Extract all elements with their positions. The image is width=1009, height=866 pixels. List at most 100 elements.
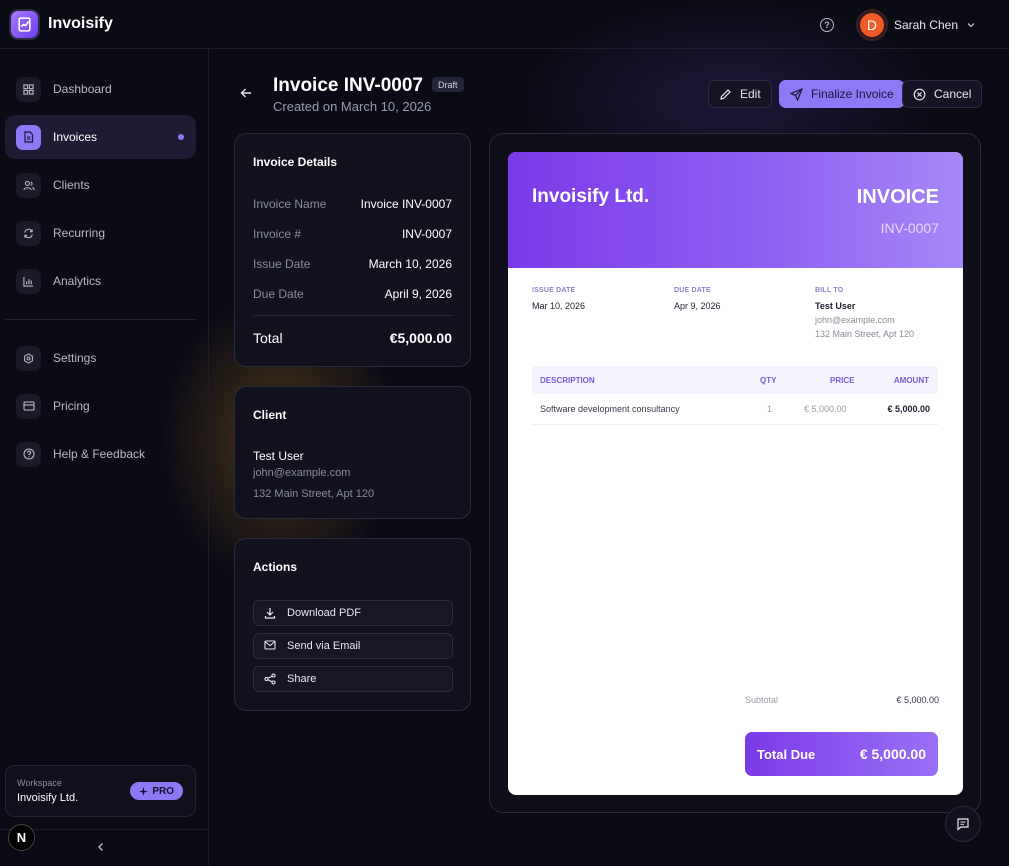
share-icon xyxy=(264,673,276,685)
client-name: Test User xyxy=(253,449,304,463)
download-pdf-button[interactable]: Download PDF xyxy=(253,600,453,626)
sidebar-item-label: Dashboard xyxy=(53,82,112,96)
workspace-label: Workspace xyxy=(17,778,62,788)
framework-badge[interactable]: N xyxy=(8,824,35,851)
help-icon xyxy=(16,441,41,467)
invoice-details-card: Invoice Details Invoice Name Invoice INV… xyxy=(234,133,471,367)
app-logo[interactable]: Invoisify xyxy=(11,10,113,38)
sidebar-item-label: Help & Feedback xyxy=(53,447,146,461)
detail-row: Due Date April 9, 2026 xyxy=(253,287,452,301)
detail-value: March 10, 2026 xyxy=(368,257,452,271)
bill-to-email: john@example.com xyxy=(815,315,895,325)
share-button[interactable]: Share xyxy=(253,666,453,692)
cancel-circle-icon xyxy=(913,88,926,101)
download-label: Download PDF xyxy=(287,607,361,619)
mail-icon xyxy=(264,640,276,652)
total-due-label: Total Due xyxy=(757,746,816,762)
plan-badge[interactable]: PRO xyxy=(130,782,183,800)
cancel-label: Cancel xyxy=(934,87,972,101)
send-icon xyxy=(790,87,803,101)
card-title: Actions xyxy=(253,560,298,574)
top-bar: Invoisify ? D Sarah Chen xyxy=(0,0,1009,49)
column-header-description: DESCRIPTION xyxy=(540,376,595,385)
sidebar-item-clients[interactable]: Clients xyxy=(5,163,196,207)
workspace-name: Invoisify Ltd. xyxy=(17,792,79,804)
sidebar-item-settings[interactable]: Settings xyxy=(5,336,196,380)
issue-date-label: ISSUE DATE xyxy=(532,287,576,294)
line-item-description: Software development consultancy xyxy=(540,404,680,414)
send-email-button[interactable]: Send via Email xyxy=(253,633,453,659)
users-icon xyxy=(16,172,41,198)
help-icon[interactable]: ? xyxy=(819,17,834,32)
sidebar-divider xyxy=(5,319,196,320)
subtotal-label: Subtotal xyxy=(745,695,779,705)
chevron-down-icon[interactable] xyxy=(967,21,975,29)
document-icon xyxy=(16,124,41,150)
line-item-qty: 1 xyxy=(767,404,773,414)
back-arrow-icon[interactable] xyxy=(240,87,252,99)
bill-to-label: BILL TO xyxy=(815,287,844,294)
sidebar-item-recurring[interactable]: Recurring xyxy=(5,211,196,255)
detail-label: Issue Date xyxy=(253,257,311,271)
client-email: john@example.com xyxy=(253,467,351,479)
line-item-price: € 5,000.00 xyxy=(804,404,847,414)
sidebar: Dashboard Invoices Clients Recurring Ana… xyxy=(0,49,209,866)
sidebar-item-pricing[interactable]: Pricing xyxy=(5,384,196,428)
sidebar-item-dashboard[interactable]: Dashboard xyxy=(5,67,196,111)
invoice-logo-icon xyxy=(11,10,38,38)
workspace-switcher[interactable]: Workspace Invoisify Ltd. PRO xyxy=(5,765,196,817)
app-name: Invoisify xyxy=(48,15,113,32)
sidebar-item-label: Settings xyxy=(53,351,97,365)
column-header-qty: QTY xyxy=(760,376,777,385)
subtotal-value: € 5,000.00 xyxy=(896,695,939,705)
sidebar-item-analytics[interactable]: Analytics xyxy=(5,259,196,303)
client-address: 132 Main Street, Apt 120 xyxy=(253,488,375,500)
credit-card-icon xyxy=(16,393,41,419)
plan-badge-label: PRO xyxy=(152,785,174,797)
due-date-label: DUE DATE xyxy=(674,287,711,294)
cancel-button[interactable]: Cancel xyxy=(902,80,983,108)
page-subtitle: Created on March 10, 2026 xyxy=(273,99,432,114)
sidebar-item-help-feedback[interactable]: Help & Feedback xyxy=(5,432,196,476)
divider xyxy=(253,315,452,316)
due-date-value: Apr 9, 2026 xyxy=(674,301,721,311)
page-title: Invoice INV-0007 xyxy=(273,75,423,96)
line-items-header: DESCRIPTION QTY PRICE AMOUNT xyxy=(532,366,938,394)
detail-label: Due Date xyxy=(253,287,304,301)
client-card: Client Test User john@example.com 132 Ma… xyxy=(234,386,471,519)
chat-icon xyxy=(957,818,969,831)
finalize-label: Finalize Invoice xyxy=(811,87,894,101)
feedback-chat-button[interactable] xyxy=(945,806,981,842)
detail-value: INV-0007 xyxy=(401,227,452,241)
sparkle-icon xyxy=(139,786,149,796)
detail-row: Issue Date March 10, 2026 xyxy=(253,257,452,271)
bill-to-name: Test User xyxy=(815,301,856,311)
sidebar-item-invoices[interactable]: Invoices xyxy=(5,115,196,159)
bar-chart-icon xyxy=(16,268,41,294)
edit-button[interactable]: Edit xyxy=(708,80,772,108)
detail-value: Invoice INV-0007 xyxy=(360,197,452,211)
total-row: Total €5,000.00 xyxy=(253,330,452,346)
company-name: Invoisify Ltd. xyxy=(532,186,650,207)
sidebar-item-label: Invoices xyxy=(53,130,98,144)
invoice-number: INV-0007 xyxy=(880,220,939,236)
total-value: €5,000.00 xyxy=(389,330,452,346)
user-name[interactable]: Sarah Chen xyxy=(894,18,958,32)
detail-label: Invoice # xyxy=(253,227,302,241)
sidebar-item-label: Pricing xyxy=(53,399,90,413)
total-due-box: Total Due € 5,000.00 xyxy=(745,732,938,776)
finalize-invoice-button[interactable]: Finalize Invoice xyxy=(779,80,905,108)
avatar[interactable]: D xyxy=(857,10,886,39)
sidebar-item-label: Analytics xyxy=(53,274,102,288)
total-label: Total xyxy=(253,330,283,346)
invoice-document: Invoisify Ltd. INVOICE INV-0007 ISSUE DA… xyxy=(508,152,963,795)
collapse-sidebar-icon[interactable] xyxy=(96,842,106,852)
detail-value: April 9, 2026 xyxy=(384,287,452,301)
detail-label: Invoice Name xyxy=(253,197,327,211)
issue-date-value: Mar 10, 2026 xyxy=(532,301,586,311)
card-title: Invoice Details xyxy=(253,155,338,169)
table-row-divider xyxy=(532,424,938,425)
edit-label: Edit xyxy=(740,87,761,101)
pencil-icon xyxy=(719,88,732,101)
line-item-amount: € 5,000.00 xyxy=(887,404,930,414)
